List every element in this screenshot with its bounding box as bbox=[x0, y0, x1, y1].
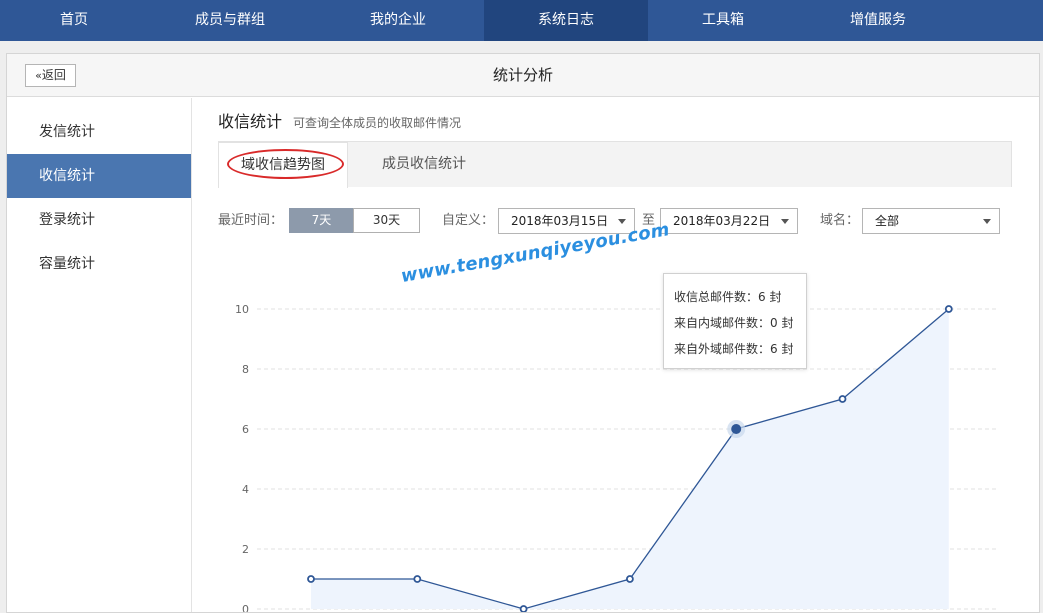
nav-item-system-log[interactable]: 系统日志 bbox=[484, 0, 648, 41]
tab-domain-trend[interactable]: 域收信趋势图 bbox=[218, 142, 348, 188]
back-label: 返回 bbox=[41, 68, 66, 82]
data-point bbox=[519, 605, 528, 612]
double-chevron-left-icon: « bbox=[35, 69, 42, 82]
domain-select[interactable]: 全部 bbox=[862, 208, 1000, 234]
tooltip-total-label: 收信总邮件数： bbox=[674, 290, 759, 304]
start-date-select[interactable]: 2018年03月15日 bbox=[498, 208, 635, 234]
recent-time-label: 最近时间： bbox=[218, 213, 284, 228]
nav-item-my-enterprise[interactable]: 我的企业 bbox=[312, 0, 484, 41]
page-title: 统计分析 bbox=[492, 66, 553, 84]
tooltip-external-label: 来自外域邮件数： bbox=[674, 342, 771, 356]
y-tick-label: 8 bbox=[242, 363, 249, 376]
tooltip-total-row: 收信总邮件数：6 封 bbox=[674, 284, 806, 310]
tooltip-total-value: 6 封 bbox=[758, 290, 782, 304]
tab-bar: 域收信趋势图 成员收信统计 bbox=[218, 141, 1012, 188]
tooltip-internal-value: 0 封 bbox=[770, 316, 794, 330]
custom-range-label: 自定义： bbox=[442, 213, 495, 228]
filter-bar: 最近时间： 7天 30天 自定义： 2018年03月15日 至 2018年03月… bbox=[193, 208, 1039, 236]
domain-value: 全部 bbox=[875, 214, 900, 228]
back-button[interactable]: «返回 bbox=[25, 64, 76, 87]
tooltip-internal-label: 来自内域邮件数： bbox=[674, 316, 771, 330]
domain-label: 域名： bbox=[820, 213, 860, 228]
top-nav: 首页 成员与群组 我的企业 系统日志 工具箱 增值服务 bbox=[0, 0, 1043, 41]
y-tick-label: 10 bbox=[235, 303, 249, 316]
content-area: 收信统计 可查询全体成员的收取邮件情况 域收信趋势图 成员收信统计 最近时间： … bbox=[193, 98, 1039, 612]
caret-down-icon bbox=[983, 219, 991, 224]
nav-item-members-groups[interactable]: 成员与群组 bbox=[148, 0, 312, 41]
sidebar-item-login-stats[interactable]: 登录统计 bbox=[7, 198, 191, 242]
nav-item-toolbox[interactable]: 工具箱 bbox=[648, 0, 798, 41]
series-area bbox=[311, 309, 949, 609]
nav-item-home[interactable]: 首页 bbox=[0, 0, 148, 41]
chart-tooltip: 收信总邮件数：6 封 来自内域邮件数：0 封 来自外域邮件数：6 封 bbox=[663, 273, 807, 369]
y-tick-label: 2 bbox=[242, 543, 249, 556]
nav-item-value-added[interactable]: 增值服务 bbox=[798, 0, 958, 41]
y-tick-label: 6 bbox=[242, 423, 249, 436]
data-point bbox=[944, 305, 953, 313]
tooltip-external-row: 来自外域邮件数：6 封 bbox=[674, 336, 806, 362]
receive-trend-chart: 02468103-153-163-173-183-193-203-21 bbox=[235, 303, 999, 612]
tooltip-external-value: 6 封 bbox=[770, 342, 794, 356]
caret-down-icon bbox=[781, 219, 789, 224]
range-30-days-button[interactable]: 30天 bbox=[353, 208, 420, 233]
y-tick-label: 4 bbox=[242, 483, 249, 496]
main-panel: «返回 统计分析 发信统计 收信统计 登录统计 容量统计 收信统计 可查询全体成… bbox=[6, 53, 1040, 613]
caret-down-icon bbox=[618, 219, 626, 224]
start-date-value: 2018年03月15日 bbox=[511, 214, 609, 228]
range-7-days-button[interactable]: 7天 bbox=[289, 208, 354, 233]
section-title: 收信统计 bbox=[218, 112, 283, 131]
data-point bbox=[307, 575, 315, 583]
tooltip-internal-row: 来自内域邮件数：0 封 bbox=[674, 310, 806, 336]
end-date-select[interactable]: 2018年03月22日 bbox=[660, 208, 798, 234]
data-point bbox=[838, 395, 847, 403]
data-point bbox=[731, 424, 742, 434]
to-label: 至 bbox=[642, 213, 656, 228]
data-point bbox=[413, 575, 422, 583]
sidebar-item-receive-stats[interactable]: 收信统计 bbox=[7, 154, 191, 198]
tab-member-stats[interactable]: 成员收信统计 bbox=[364, 142, 484, 188]
section-subtitle: 可查询全体成员的收取邮件情况 bbox=[293, 116, 462, 130]
data-point bbox=[625, 575, 634, 583]
sidebar-item-capacity-stats[interactable]: 容量统计 bbox=[7, 242, 191, 286]
end-date-value: 2018年03月22日 bbox=[673, 214, 771, 228]
panel-header: «返回 统计分析 bbox=[7, 54, 1039, 97]
sidebar: 发信统计 收信统计 登录统计 容量统计 bbox=[7, 98, 192, 612]
sidebar-item-send-stats[interactable]: 发信统计 bbox=[7, 110, 191, 154]
